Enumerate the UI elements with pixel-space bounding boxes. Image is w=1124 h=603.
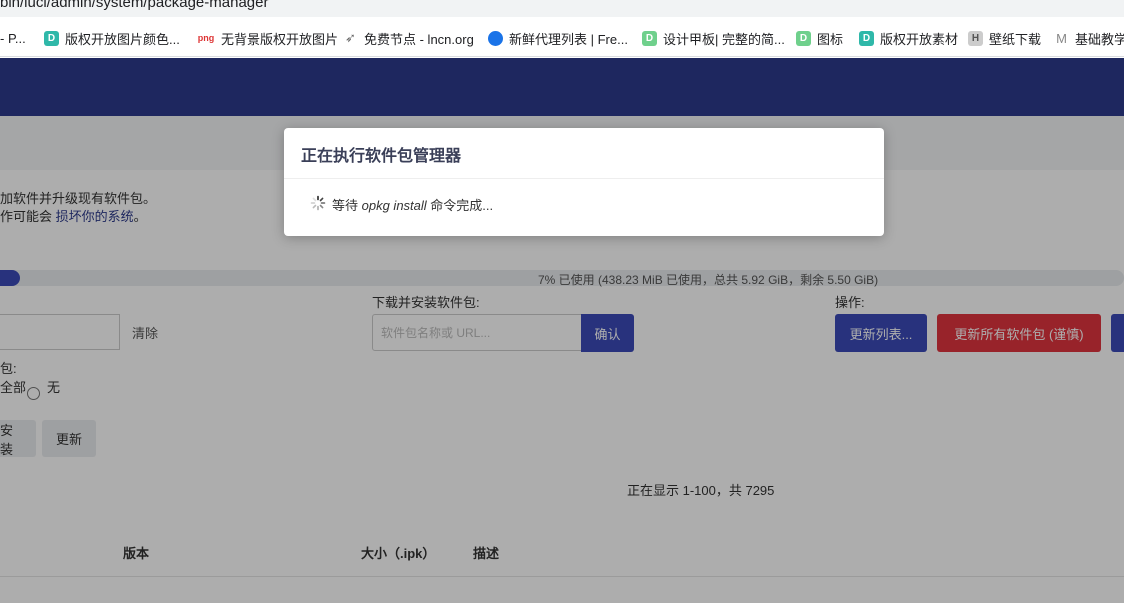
bookmark-label: 设计甲板| 完整的简... bbox=[663, 31, 785, 47]
wallpaper-icon: H bbox=[968, 30, 983, 46]
bookmark-item[interactable]: D 图标 bbox=[796, 29, 843, 47]
bookmark-label: 版权开放图片颜色... bbox=[65, 31, 180, 47]
modal-msg-suffix: 命令完成... bbox=[426, 198, 494, 213]
bookmark-label: 基础教学 bbox=[1075, 31, 1124, 47]
bookmark-item[interactable]: D 版权开放素材 bbox=[859, 29, 958, 47]
bookmark-item[interactable]: ➶ 免费节点 - lncn.org bbox=[343, 29, 474, 47]
d-icon: D bbox=[796, 30, 811, 46]
bookmark-label: 图标 bbox=[817, 31, 844, 47]
bookmark-label: - P... bbox=[0, 30, 26, 46]
modal-title: 正在执行软件包管理器 bbox=[301, 148, 462, 165]
send-icon: ➶ bbox=[345, 30, 356, 45]
d-icon: D bbox=[859, 30, 874, 46]
globe-icon bbox=[488, 30, 503, 46]
bookmark-item[interactable]: D 设计甲板| 完整的简... bbox=[642, 29, 785, 47]
modal-msg-command: opkg install bbox=[361, 198, 427, 213]
bookmarks-bar: - P... D 版权开放图片颜色... png 无背景版权开放图片 ➶ 免费节… bbox=[0, 17, 1124, 57]
m-icon: M bbox=[1056, 30, 1067, 46]
bookmark-label: 新鲜代理列表 | Fre... bbox=[509, 31, 628, 47]
bookmark-label: 壁纸下载 bbox=[989, 31, 1042, 47]
bookmark-item[interactable]: H 壁纸下载 bbox=[968, 29, 1041, 47]
progress-modal: 正在执行软件包管理器 等待 opkg install 命令完成... bbox=[284, 128, 884, 236]
bookmark-label: 版权开放素材 bbox=[880, 31, 959, 47]
bookmark-item[interactable]: 新鲜代理列表 | Fre... bbox=[488, 29, 628, 47]
modal-msg-prefix: 等待 bbox=[332, 198, 362, 213]
bookmark-item[interactable]: D 版权开放图片颜色... bbox=[44, 29, 180, 47]
bookmark-label: 无背景版权开放图片 bbox=[221, 31, 339, 47]
modal-message: 等待 opkg install 命令完成... bbox=[332, 195, 493, 214]
address-bar[interactable]: bin/luci/admin/system/package-manager bbox=[0, 0, 1124, 17]
png-icon: png bbox=[197, 33, 215, 43]
bookmark-item[interactable]: png 无背景版权开放图片 bbox=[197, 29, 338, 47]
d-icon: D bbox=[44, 30, 59, 46]
bookmark-item[interactable]: M 基础教学 bbox=[1054, 29, 1124, 47]
spinner-icon bbox=[310, 195, 326, 211]
modal-divider bbox=[284, 178, 884, 179]
bookmark-label: 免费节点 - lncn.org bbox=[364, 31, 474, 47]
d-icon: D bbox=[642, 30, 657, 46]
url-text[interactable]: bin/luci/admin/system/package-manager bbox=[0, 0, 268, 11]
bookmark-item[interactable]: - P... bbox=[0, 29, 26, 47]
